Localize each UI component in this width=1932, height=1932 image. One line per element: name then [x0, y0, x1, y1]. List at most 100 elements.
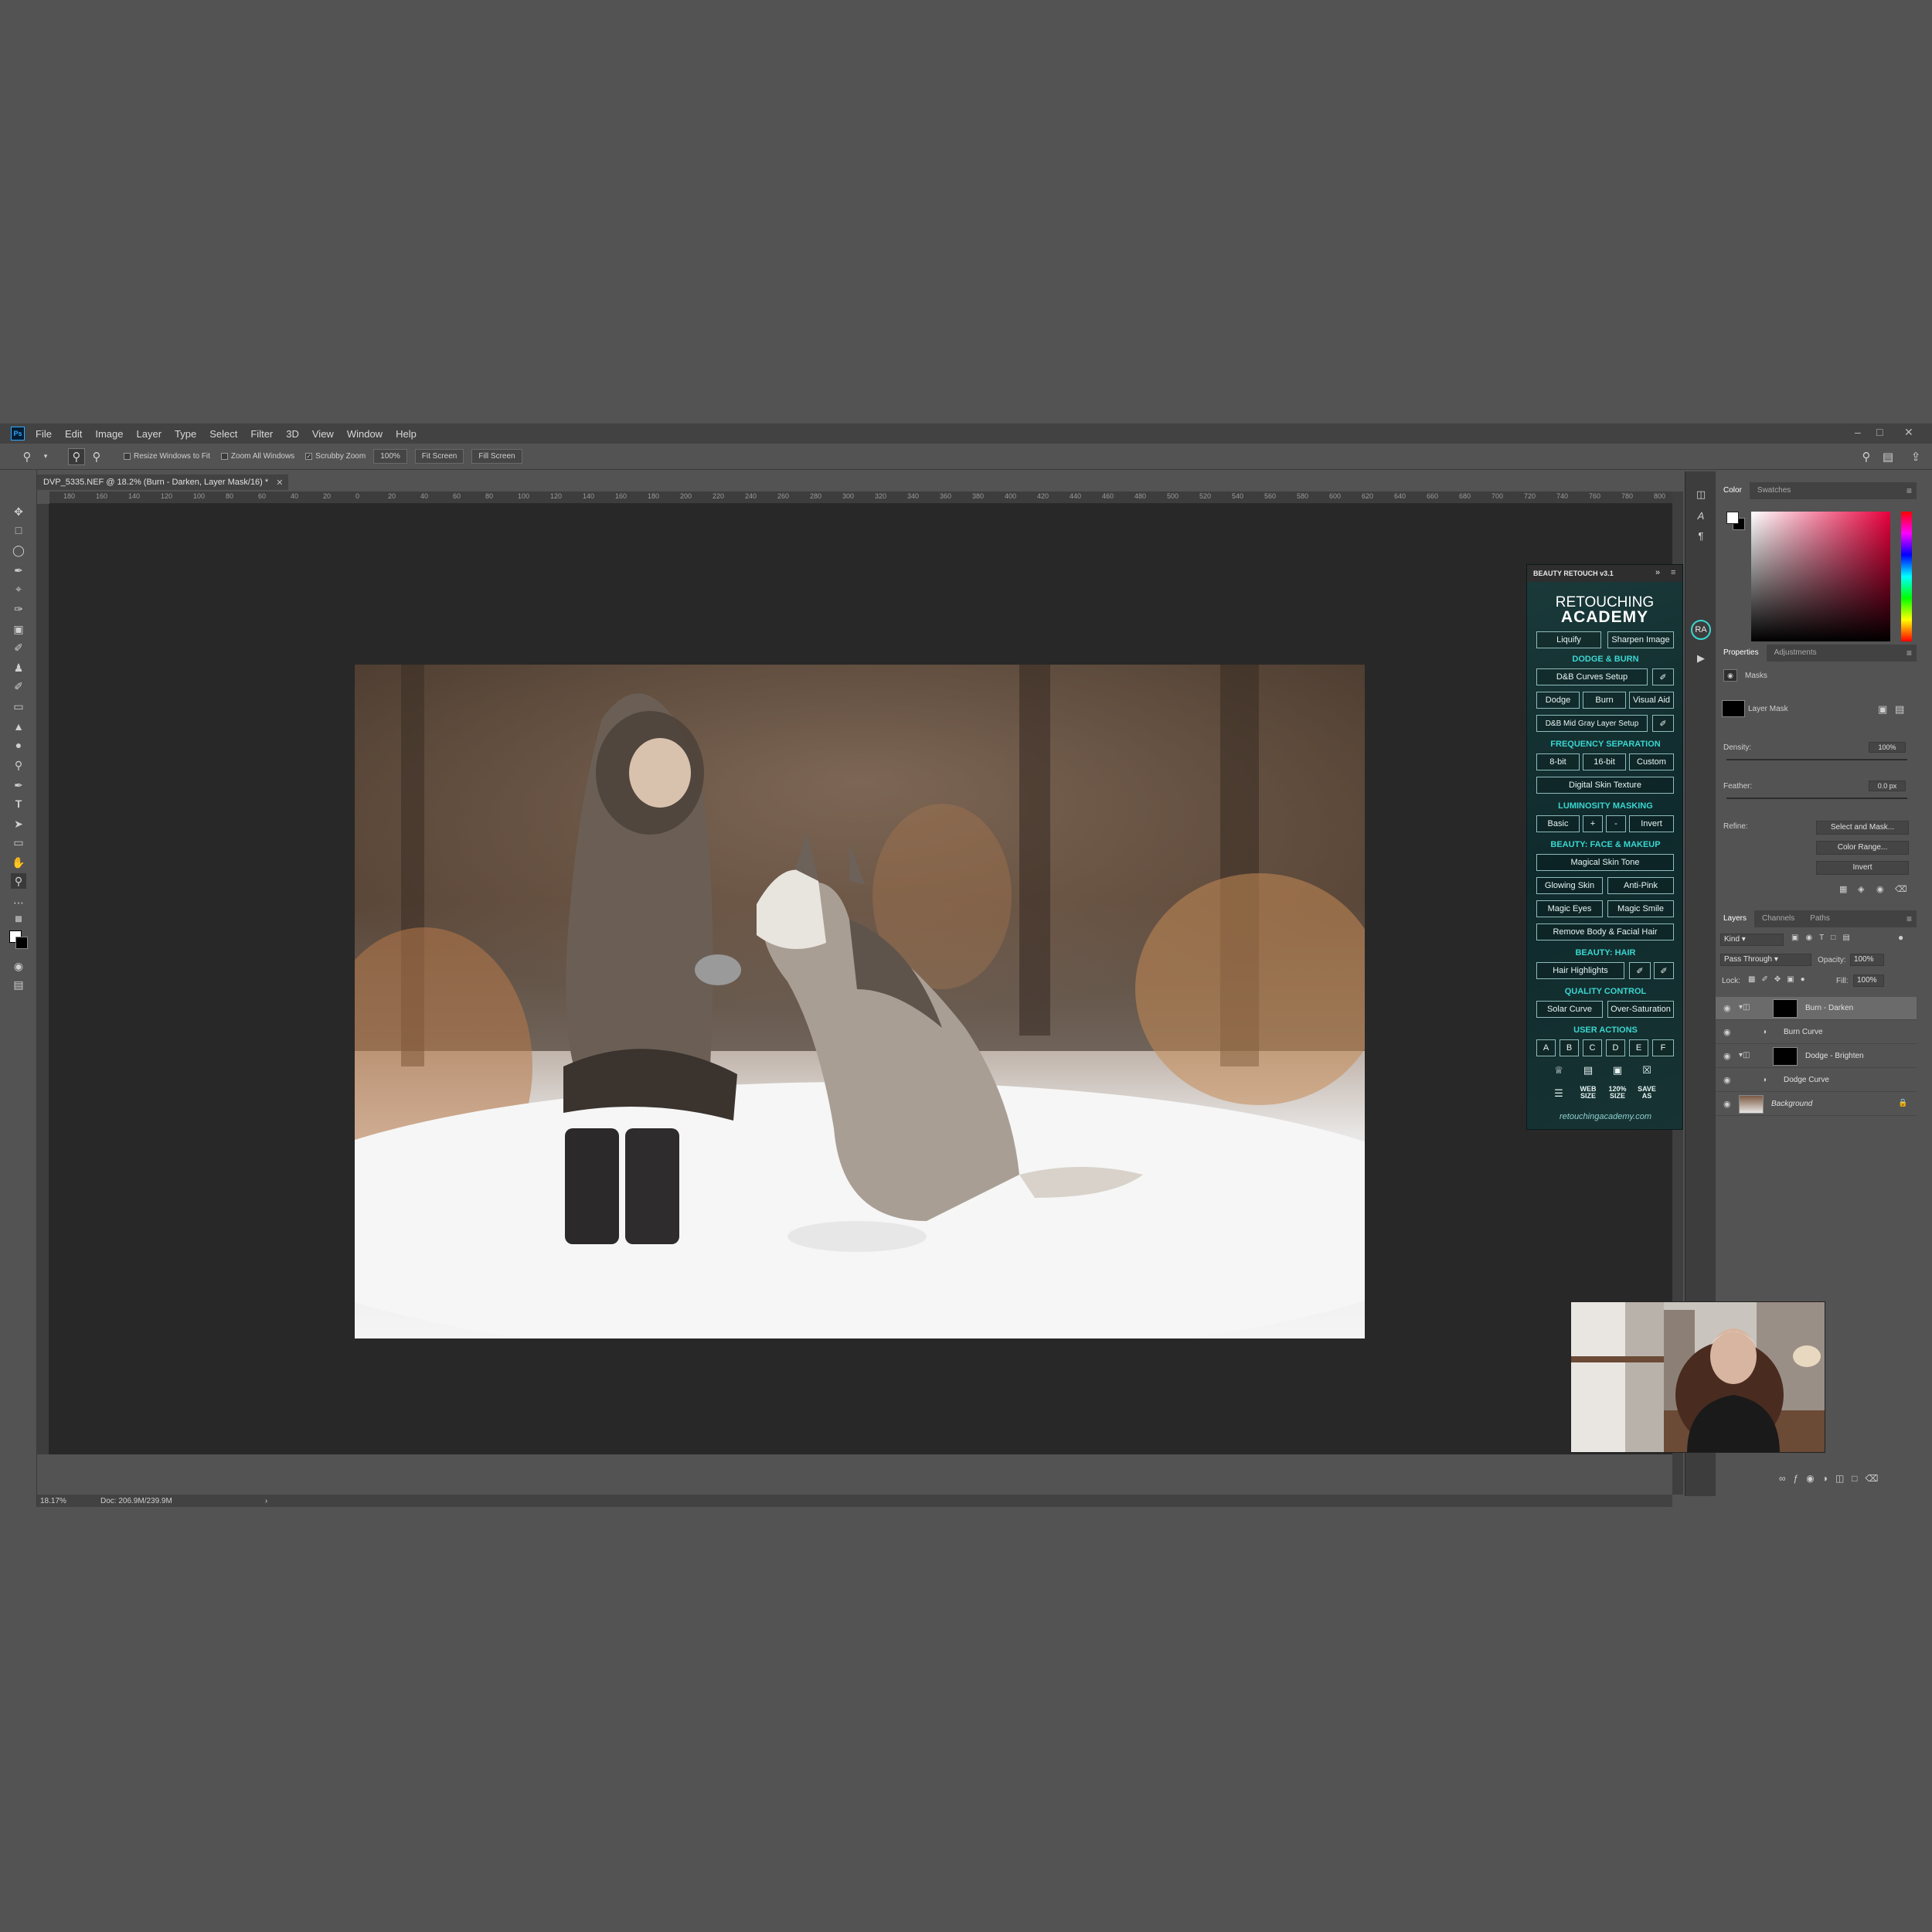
menu-edit[interactable]: Edit	[65, 428, 82, 440]
menu-layer[interactable]: Layer	[137, 428, 162, 440]
scrubby-zoom-checkbox[interactable]: ✓ Scrubby Zoom	[305, 452, 366, 461]
eyedropper-tool-icon[interactable]: ✑	[11, 601, 26, 617]
8bit-button[interactable]: 8-bit	[1536, 753, 1580, 770]
eye-icon[interactable]: ◉	[1723, 1003, 1731, 1013]
db-curves-brush-icon[interactable]: ✐	[1652, 668, 1674, 685]
stamp-tool-icon[interactable]: ♟	[11, 660, 26, 675]
crop-tool-icon[interactable]: ⌖	[11, 581, 26, 597]
horizontal-ruler[interactable]: 180 160 140 120 100 80 60 40 20 0 20 40 60 80 100 120 14…	[49, 492, 1672, 504]
zoom-out-icon[interactable]: ⚲	[88, 448, 105, 465]
eye-icon[interactable]: ◉	[1723, 1027, 1731, 1037]
db-midgray-brush-icon[interactable]: ✐	[1652, 715, 1674, 732]
layer-mask-thumbnail[interactable]	[1722, 700, 1745, 717]
hue-slider[interactable]	[1901, 512, 1912, 641]
minimize-icon[interactable]: –	[1855, 426, 1861, 438]
tool-preset-dropdown-icon[interactable]: ▾	[37, 448, 54, 465]
16bit-button[interactable]: 16-bit	[1583, 753, 1626, 770]
character-icon[interactable]: A	[1693, 509, 1709, 524]
share-icon[interactable]: ⇪	[1907, 448, 1924, 465]
more-tools-icon[interactable]: ⋯	[11, 895, 26, 910]
eye-icon[interactable]: ◉	[1723, 1099, 1731, 1109]
crop-image-icon[interactable]: ☒	[1638, 1064, 1655, 1077]
menu-view[interactable]: View	[312, 428, 334, 440]
layer-row[interactable]: ◉ ▾◫ Burn - Darken	[1716, 997, 1917, 1020]
user-action-f-button[interactable]: F	[1652, 1039, 1674, 1056]
menu-image[interactable]: Image	[95, 428, 123, 440]
pen-tool-icon[interactable]: ✒	[11, 777, 26, 793]
layer-row[interactable]: ◉ ◑ Dodge Curve	[1716, 1069, 1917, 1092]
frame-tool-icon[interactable]: ▣	[11, 621, 26, 637]
fill-field[interactable]: 100%	[1853, 975, 1884, 987]
rectangle-tool-icon[interactable]: ▭	[11, 835, 26, 850]
eye-icon[interactable]: ◉	[1723, 1075, 1731, 1085]
close-document-icon[interactable]: ✕	[276, 478, 283, 488]
hand-tool-icon[interactable]: ✋	[11, 855, 26, 870]
paragraph-icon[interactable]: ¶	[1693, 529, 1709, 544]
hair-brush-2-icon[interactable]: ✐	[1654, 962, 1674, 979]
layer-row[interactable]: ◉ ▾◫ Dodge - Brighten	[1716, 1045, 1917, 1068]
magical-skin-tone-button[interactable]: Magical Skin Tone	[1536, 854, 1674, 871]
120-size-button[interactable]: 120% SIZE	[1604, 1086, 1631, 1100]
glowing-skin-button[interactable]: Glowing Skin	[1536, 877, 1603, 894]
eraser-tool-icon[interactable]: ▭	[11, 699, 26, 714]
filter-toggle-icon[interactable]: ●	[1898, 932, 1903, 943]
density-value[interactable]: 100%	[1869, 742, 1906, 753]
curve-adjust-icon[interactable]: ▤	[1580, 1064, 1597, 1077]
dodge-tool-icon[interactable]: ⚲	[11, 757, 26, 773]
history-icon[interactable]: ◫	[1693, 487, 1709, 502]
color-fg-swatch[interactable]	[1726, 512, 1739, 524]
lock-options-icons[interactable]: ▩✐✥▣●	[1748, 975, 1811, 984]
web-size-button[interactable]: WEB SIZE	[1575, 1086, 1601, 1100]
hair-highlights-button[interactable]: Hair Highlights	[1536, 962, 1624, 979]
close-window-icon[interactable]: ✕	[1904, 426, 1913, 439]
color-range-button[interactable]: Color Range...	[1816, 841, 1909, 855]
zoom-tool-icon[interactable]: ⚲	[19, 448, 36, 465]
layer-row[interactable]: ◉ Background 🔒	[1716, 1093, 1917, 1116]
layer-mask-thumbnail[interactable]	[1773, 999, 1798, 1018]
document-photo[interactable]	[355, 665, 1365, 1338]
feather-value[interactable]: 0.0 px	[1869, 781, 1906, 791]
default-colors-icon[interactable]: ▩	[11, 912, 26, 927]
menu-type[interactable]: Type	[175, 428, 196, 440]
color-panel-menu-icon[interactable]: ≡	[1906, 485, 1912, 496]
brush-tool-icon[interactable]: ✐	[11, 640, 26, 655]
layer-mask-thumbnail[interactable]	[1773, 1047, 1798, 1066]
user-action-b-button[interactable]: B	[1560, 1039, 1579, 1056]
over-saturation-button[interactable]: Over-Saturation	[1607, 1001, 1674, 1018]
tab-layers[interactable]: Layers	[1716, 910, 1755, 927]
mask-visibility-icon[interactable]: ◉	[1876, 884, 1884, 894]
maximize-icon[interactable]: □	[1876, 426, 1883, 438]
db-curves-setup-button[interactable]: D&B Curves Setup	[1536, 668, 1648, 685]
user-action-a-button[interactable]: A	[1536, 1039, 1556, 1056]
tab-swatches[interactable]: Swatches	[1750, 482, 1798, 499]
menu-3d[interactable]: 3D	[286, 428, 299, 440]
eye-icon[interactable]: ◉	[1723, 1051, 1731, 1061]
basic-button[interactable]: Basic	[1536, 815, 1580, 832]
density-slider[interactable]	[1726, 759, 1907, 760]
visual-aid-button[interactable]: Visual Aid	[1629, 692, 1674, 709]
resize-windows-checkbox[interactable]: Resize Windows to Fit	[124, 452, 210, 461]
menu-select[interactable]: Select	[209, 428, 237, 440]
properties-menu-icon[interactable]: ≡	[1906, 648, 1912, 658]
invert-mask-button[interactable]: Invert	[1816, 861, 1909, 875]
solar-curve-button[interactable]: Solar Curve	[1536, 1001, 1603, 1018]
user-action-e-button[interactable]: E	[1629, 1039, 1648, 1056]
status-zoom[interactable]: 18.17%	[40, 1497, 87, 1505]
background-color-swatch[interactable]	[15, 937, 28, 949]
save-as-button[interactable]: SAVE AS	[1634, 1086, 1660, 1100]
tab-paths[interactable]: Paths	[1802, 910, 1838, 927]
invert-lum-button[interactable]: Invert	[1629, 815, 1674, 832]
menu-help[interactable]: Help	[396, 428, 417, 440]
menu-file[interactable]: File	[36, 428, 52, 440]
db-midgray-setup-button[interactable]: D&B Mid Gray Layer Setup	[1536, 715, 1648, 732]
dodge-button[interactable]: Dodge	[1536, 692, 1580, 709]
layers-menu-icon[interactable]: ≡	[1906, 913, 1912, 924]
retouching-academy-icon[interactable]: RA	[1691, 620, 1711, 640]
sharpen-image-button[interactable]: Sharpen Image	[1607, 631, 1674, 648]
image-icon[interactable]: ▣	[1609, 1064, 1626, 1077]
panel-menu-icon[interactable]: ≡	[1671, 568, 1675, 577]
actions-play-icon[interactable]: ▶	[1693, 651, 1709, 666]
plus-button[interactable]: +	[1583, 815, 1603, 832]
tab-adjustments[interactable]: Adjustments	[1767, 645, 1825, 662]
layer-kind-filter[interactable]: Kind ▾	[1720, 934, 1784, 946]
